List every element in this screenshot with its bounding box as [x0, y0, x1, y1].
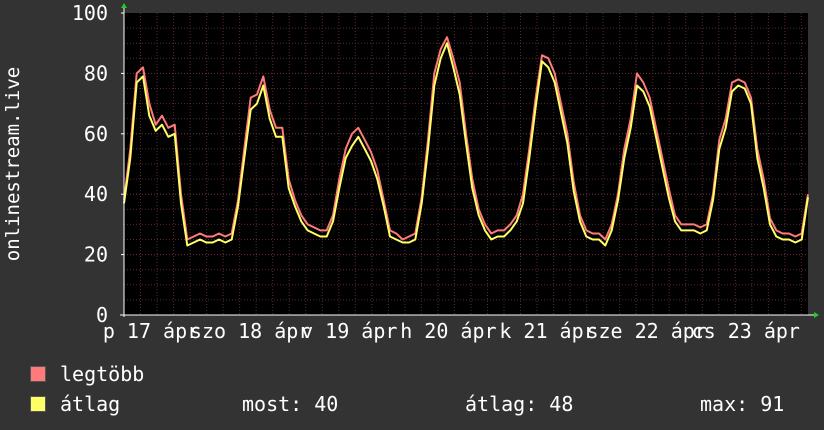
x-axis-arrow [814, 312, 819, 318]
stat-max: max: 91 [700, 392, 785, 416]
x-tick-label: p 17 ápr [103, 319, 199, 343]
legend-label-atlag: átlag [60, 392, 121, 416]
stat-now: most: 40 [242, 392, 339, 416]
x-tick-label: v 19 ápr [301, 319, 397, 343]
legend-swatch-atlag [30, 396, 46, 412]
y-tick-label: 80 [84, 61, 108, 85]
x-tick-label: szo 18 ápr [190, 319, 310, 343]
legend-item-legtobb: legtöbb [30, 362, 144, 386]
stat-average: átlag: 48 [465, 392, 574, 416]
y-tick-label: 40 [84, 182, 108, 206]
line-chart: 020406080100 p 17 áprszo 18 áprv 19 ápr h… [2, 1, 819, 343]
y-tick-label: 100 [72, 1, 108, 25]
x-tick-label: sze 22 ápr [586, 319, 706, 343]
legend-label-legtobb: legtöbb [60, 362, 145, 386]
x-tick-label: k 21 ápr [499, 319, 595, 343]
y-tick-label: 20 [84, 243, 108, 267]
x-tick-label: cs 23 ápr [692, 319, 800, 343]
y-tick-label: 60 [84, 122, 108, 146]
legend-swatch-legtobb [30, 366, 46, 382]
y-axis-label: onlinestream.live [2, 67, 24, 261]
y-axis-arrow [121, 3, 127, 8]
legend-item-atlag: átlag [30, 392, 120, 416]
x-tick-labels: p 17 áprszo 18 áprv 19 ápr h 20 ápr k 21 á… [103, 319, 800, 343]
y-tick-labels: 020406080100 [72, 1, 108, 327]
x-tick-label: h 20 ápr [400, 319, 496, 343]
